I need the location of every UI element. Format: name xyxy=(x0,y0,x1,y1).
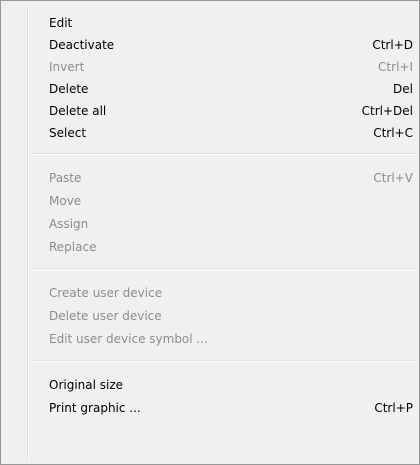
menu-item-label: Assign xyxy=(49,217,89,231)
menu-item-create-user-device: Create user device xyxy=(4,282,416,305)
menu-item-edit[interactable]: Edit xyxy=(4,12,416,35)
menu-item-delete-user-device: Delete user device xyxy=(4,305,416,328)
menu-item-label: Edit user device symbol ... xyxy=(49,332,208,346)
menu-item-shortcut: Ctrl+I xyxy=(378,60,413,74)
menu-item-original-size[interactable]: Original size xyxy=(4,374,416,397)
menu-item-label: Edit xyxy=(49,16,73,30)
menu-item-deactivate[interactable]: Deactivate Ctrl+D xyxy=(4,34,416,57)
menu-item-print-graphic[interactable]: Print graphic ... Ctrl+P xyxy=(4,397,416,420)
menu-item-label: Print graphic ... xyxy=(49,401,141,415)
menu-item-shortcut: Ctrl+P xyxy=(374,401,413,415)
menu-item-shortcut: Del xyxy=(393,82,413,96)
menu-item-label: Select xyxy=(49,126,87,140)
menu-item-label: Move xyxy=(49,194,82,208)
menu-item-label: Invert xyxy=(49,60,85,74)
menu-item-replace: Replace xyxy=(4,236,416,259)
menu-item-label: Create user device xyxy=(49,286,163,300)
menu-item-label: Delete user device xyxy=(49,309,162,323)
menu-item-shortcut: Ctrl+V xyxy=(373,171,413,185)
menu-item-shortcut: Ctrl+Del xyxy=(361,104,413,118)
menu-item-move: Move xyxy=(4,190,416,213)
menu-item-select[interactable]: Select Ctrl+C xyxy=(4,122,416,145)
menu-separator xyxy=(31,268,416,270)
menu-item-shortcut: Ctrl+D xyxy=(372,38,413,52)
menu-item-invert: Invert Ctrl+I xyxy=(4,56,416,79)
menu-item-label: Delete xyxy=(49,82,89,96)
menu-item-label: Paste xyxy=(49,171,82,185)
menu-item-label: Deactivate xyxy=(49,38,115,52)
menu-item-label: Delete all xyxy=(49,104,107,118)
menu-separator xyxy=(31,360,416,362)
menu-item-delete-all[interactable]: Delete all Ctrl+Del xyxy=(4,100,416,123)
menu-item-label: Replace xyxy=(49,240,97,254)
menu-item-assign: Assign xyxy=(4,213,416,236)
menu-separator xyxy=(31,153,416,155)
context-menu: Edit Deactivate Ctrl+D Invert Ctrl+I Del… xyxy=(0,0,420,465)
menu-item-delete[interactable]: Delete Del xyxy=(4,78,416,101)
menu-item-edit-user-device-symbol: Edit user device symbol ... xyxy=(4,328,416,351)
menu-item-shortcut: Ctrl+C xyxy=(373,126,413,140)
menu-item-label: Original size xyxy=(49,378,124,392)
menu-item-paste: Paste Ctrl+V xyxy=(4,167,416,190)
